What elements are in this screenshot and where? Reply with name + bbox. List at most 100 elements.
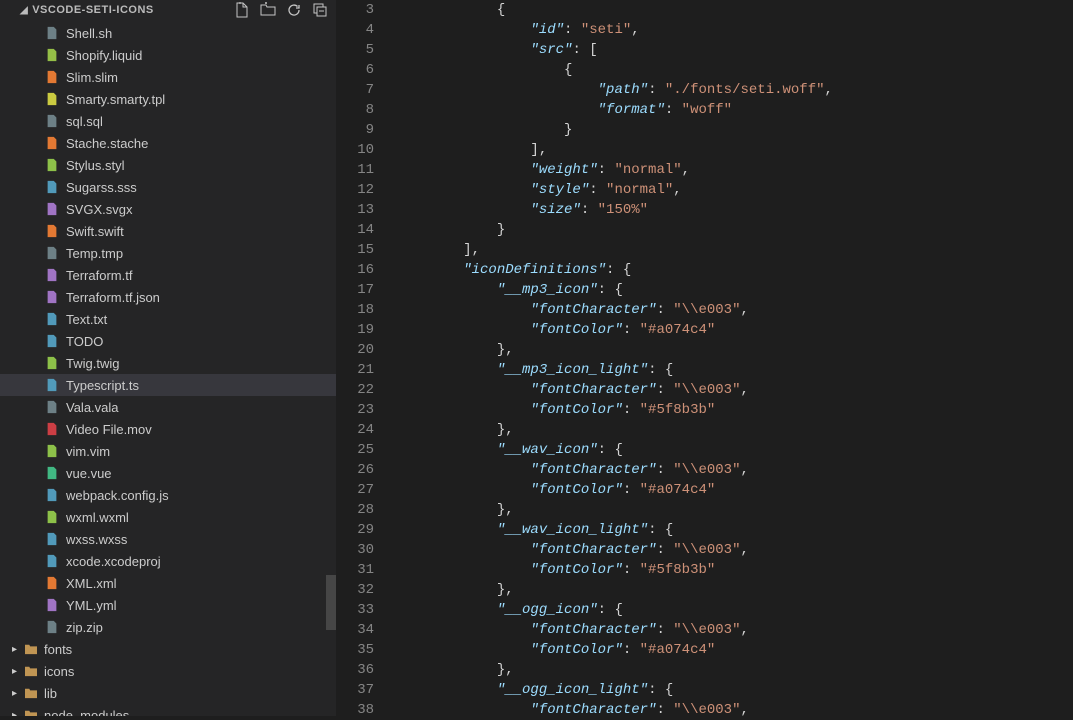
code-line[interactable]: },	[396, 500, 833, 520]
code-line[interactable]: }	[396, 220, 833, 240]
file-icon	[44, 399, 60, 415]
file-item[interactable]: Terraform.tf	[0, 264, 336, 286]
new-folder-icon[interactable]	[260, 2, 276, 18]
code-line[interactable]: "src": [	[396, 40, 833, 60]
code-line[interactable]: "fontCharacter": "\\e003",	[396, 460, 833, 480]
file-item[interactable]: Terraform.tf.json	[0, 286, 336, 308]
file-item[interactable]: Swift.swift	[0, 220, 336, 242]
file-item[interactable]: sql.sql	[0, 110, 336, 132]
new-file-icon[interactable]	[234, 2, 250, 18]
code-line[interactable]: "__wav_icon_light": {	[396, 520, 833, 540]
line-number: 8	[336, 100, 374, 120]
code-area[interactable]: { "id": "seti", "src": [ { "path": "./fo…	[396, 0, 833, 716]
code-line[interactable]: "fontColor": "#a074c4"	[396, 640, 833, 660]
code-line[interactable]: "fontCharacter": "\\e003",	[396, 700, 833, 720]
file-item[interactable]: Shell.sh	[0, 22, 336, 44]
line-number: 34	[336, 620, 374, 640]
file-item[interactable]: vim.vim	[0, 440, 336, 462]
code-line[interactable]: },	[396, 660, 833, 680]
folder-icon	[24, 687, 40, 699]
code-line[interactable]: "__mp3_icon": {	[396, 280, 833, 300]
folder-icon	[24, 643, 40, 655]
code-line[interactable]: "__ogg_icon_light": {	[396, 680, 833, 700]
file-tree[interactable]: Shell.sh Shopify.liquidSlim.slimSmarty.sm…	[0, 20, 336, 716]
code-line[interactable]: "fontColor": "#5f8b3b"	[396, 560, 833, 580]
file-item[interactable]: SVGX.svgx	[0, 198, 336, 220]
code-line[interactable]: "fontCharacter": "\\e003",	[396, 380, 833, 400]
file-item[interactable]: Stache.stache	[0, 132, 336, 154]
file-item[interactable]: Typescript.ts	[0, 374, 336, 396]
code-line[interactable]: "fontCharacter": "\\e003",	[396, 540, 833, 560]
line-number: 37	[336, 680, 374, 700]
code-line[interactable]: {	[396, 0, 833, 20]
folder-item[interactable]: ▸lib	[0, 682, 336, 704]
file-label: Video File.mov	[66, 422, 152, 437]
folder-item[interactable]: ▸fonts	[0, 638, 336, 660]
code-line[interactable]: "iconDefinitions": {	[396, 260, 833, 280]
code-line[interactable]: "weight": "normal",	[396, 160, 833, 180]
code-line[interactable]: "path": "./fonts/seti.woff",	[396, 80, 833, 100]
code-line[interactable]: "fontCharacter": "\\e003",	[396, 300, 833, 320]
file-icon	[44, 267, 60, 283]
file-item[interactable]: Shopify.liquid	[0, 44, 336, 66]
code-line[interactable]: },	[396, 340, 833, 360]
file-label: xcode.xcodeproj	[66, 554, 161, 569]
chevron-right-icon: ▸	[12, 644, 20, 655]
code-line[interactable]: "style": "normal",	[396, 180, 833, 200]
file-item[interactable]: vue.vue	[0, 462, 336, 484]
folder-item[interactable]: ▸icons	[0, 660, 336, 682]
file-icon	[44, 619, 60, 635]
editor[interactable]: 3456789101112131415161718192021222324252…	[336, 0, 1073, 716]
file-label: SVGX.svgx	[66, 202, 132, 217]
file-item[interactable]: Twig.twig	[0, 352, 336, 374]
file-item[interactable]: Video File.mov	[0, 418, 336, 440]
file-item[interactable]: Vala.vala	[0, 396, 336, 418]
file-icon	[44, 223, 60, 239]
code-line[interactable]: "size": "150%"	[396, 200, 833, 220]
file-item[interactable]: Smarty.smarty.tpl	[0, 88, 336, 110]
folder-item[interactable]: ▸node_modules	[0, 704, 336, 716]
folder-label: lib	[44, 686, 57, 701]
code-line[interactable]: "fontCharacter": "\\e003",	[396, 620, 833, 640]
file-item[interactable]: Sugarss.sss	[0, 176, 336, 198]
file-item[interactable]: wxml.wxml	[0, 506, 336, 528]
file-item[interactable]: zip.zip	[0, 616, 336, 638]
file-item[interactable]: XML.xml	[0, 572, 336, 594]
file-item[interactable]: wxss.wxss	[0, 528, 336, 550]
refresh-icon[interactable]	[286, 2, 302, 18]
file-icon	[44, 355, 60, 371]
line-number: 38	[336, 700, 374, 720]
code-line[interactable]: "format": "woff"	[396, 100, 833, 120]
code-line[interactable]: "id": "seti",	[396, 20, 833, 40]
file-label: Temp.tmp	[66, 246, 123, 261]
file-icon	[44, 289, 60, 305]
code-line[interactable]: "fontColor": "#a074c4"	[396, 480, 833, 500]
code-line[interactable]: ],	[396, 240, 833, 260]
file-item[interactable]: Temp.tmp	[0, 242, 336, 264]
code-line[interactable]: "__mp3_icon_light": {	[396, 360, 833, 380]
file-label: Shell.sh	[66, 26, 112, 41]
file-item[interactable]: TODO	[0, 330, 336, 352]
code-line[interactable]: "__wav_icon": {	[396, 440, 833, 460]
code-line[interactable]: },	[396, 580, 833, 600]
code-line[interactable]: }	[396, 120, 833, 140]
file-item[interactable]: webpack.config.js	[0, 484, 336, 506]
collapse-icon[interactable]	[312, 2, 328, 18]
file-item[interactable]: xcode.xcodeproj	[0, 550, 336, 572]
file-label: Sugarss.sss	[66, 180, 137, 195]
code-line[interactable]: "fontColor": "#5f8b3b"	[396, 400, 833, 420]
code-line[interactable]: ],	[396, 140, 833, 160]
code-line[interactable]: "__ogg_icon": {	[396, 600, 833, 620]
code-line[interactable]: },	[396, 420, 833, 440]
file-label: Stache.stache	[66, 136, 148, 151]
code-line[interactable]: {	[396, 60, 833, 80]
file-item[interactable]: Stylus.styl	[0, 154, 336, 176]
file-item[interactable]: Text.txt	[0, 308, 336, 330]
file-icon	[44, 509, 60, 525]
file-item[interactable]: YML.yml	[0, 594, 336, 616]
file-label: Stylus.styl	[66, 158, 125, 173]
code-line[interactable]: "fontColor": "#a074c4"	[396, 320, 833, 340]
line-number: 14	[336, 220, 374, 240]
chevron-right-icon: ▸	[12, 666, 20, 677]
file-item[interactable]: Slim.slim	[0, 66, 336, 88]
